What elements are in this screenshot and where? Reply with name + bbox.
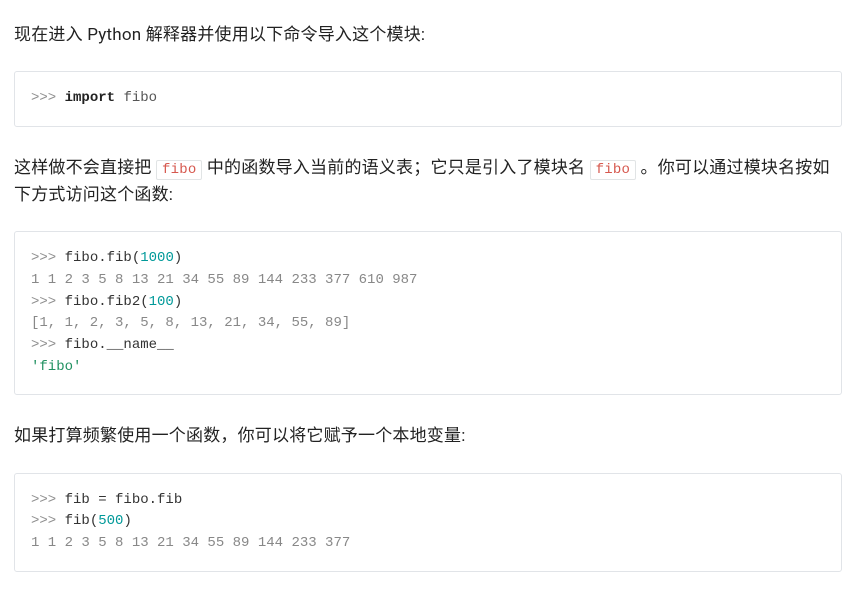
output-line: [1, 1, 2, 3, 5, 8, 13, 21, 34, 55, 89] bbox=[31, 315, 350, 331]
text-segment: 中的函数导入当前的语义表；它只是引入了模块名 bbox=[202, 158, 589, 178]
code-block-usage: >>> fibo.fib(1000) 1 1 2 3 5 8 13 21 34 … bbox=[14, 231, 842, 395]
output-line: 1 1 2 3 5 8 13 21 34 55 89 144 233 377 bbox=[31, 535, 350, 551]
prompt: >>> bbox=[31, 250, 65, 266]
call: fibo.fib2( bbox=[65, 294, 149, 310]
assignment: fib = fibo.fib bbox=[65, 492, 183, 508]
prompt: >>> bbox=[31, 492, 65, 508]
text-segment: 这样做不会直接把 bbox=[14, 158, 156, 178]
prompt: >>> bbox=[31, 294, 65, 310]
paragraph-intro: 现在进入 Python 解释器并使用以下命令导入这个模块: bbox=[14, 22, 842, 49]
number-literal: 500 bbox=[98, 513, 123, 529]
keyword-import: import bbox=[65, 90, 115, 106]
paragraph-explain: 这样做不会直接把 fibo 中的函数导入当前的语义表；它只是引入了模块名 fib… bbox=[14, 155, 842, 209]
prompt: >>> bbox=[31, 513, 65, 529]
call: ) bbox=[174, 294, 182, 310]
number-literal: 100 bbox=[149, 294, 174, 310]
call: ) bbox=[123, 513, 131, 529]
code-block-import: >>> import fibo bbox=[14, 71, 842, 127]
prompt: >>> bbox=[31, 337, 65, 353]
code-block-alias: >>> fib = fibo.fib >>> fib(500) 1 1 2 3 … bbox=[14, 473, 842, 572]
call: fib( bbox=[65, 513, 99, 529]
call: fibo.fib( bbox=[65, 250, 141, 266]
output-line: 1 1 2 3 5 8 13 21 34 55 89 144 233 377 6… bbox=[31, 272, 417, 288]
call: fibo.__name__ bbox=[65, 337, 174, 353]
call: ) bbox=[174, 250, 182, 266]
paragraph-alias: 如果打算频繁使用一个函数，你可以将它赋予一个本地变量: bbox=[14, 423, 842, 450]
prompt: >>> bbox=[31, 90, 65, 106]
inline-code-fibo: fibo bbox=[590, 160, 636, 180]
number-literal: 1000 bbox=[140, 250, 174, 266]
inline-code-fibo: fibo bbox=[156, 160, 202, 180]
string-literal: 'fibo' bbox=[31, 359, 81, 375]
module-name: fibo bbox=[123, 90, 157, 106]
